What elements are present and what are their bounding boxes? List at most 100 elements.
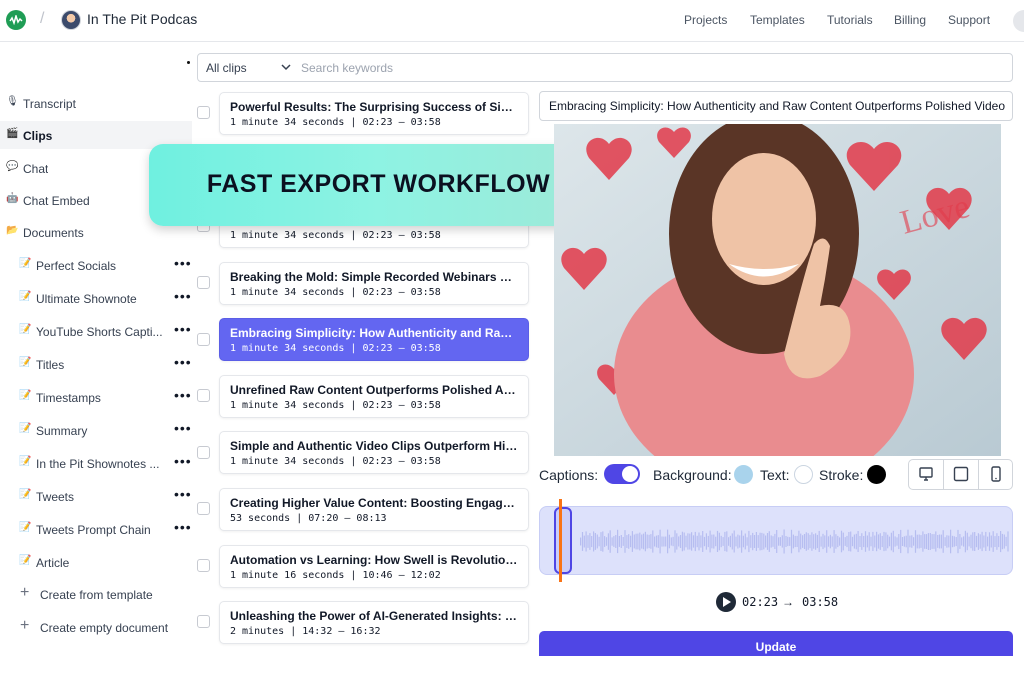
document-item[interactable]: 📝 Titles ••• [0, 350, 192, 378]
create-empty-document-button[interactable]: + Create empty document [0, 613, 192, 641]
clip-title: Unrefined Raw Content Outperforms Polish… [230, 383, 520, 397]
document-item[interactable]: 📝 Tweets ••• [0, 482, 192, 510]
waveform-bar [866, 535, 868, 548]
waveform-bar [859, 536, 861, 547]
update-button[interactable]: Update [539, 631, 1013, 656]
clip-checkbox[interactable] [197, 333, 210, 346]
waveform-bar [753, 535, 756, 548]
trim-handle[interactable] [554, 507, 572, 574]
clip-checkbox[interactable] [197, 615, 210, 628]
waveform-bar [840, 530, 843, 553]
project-title[interactable]: In The Pit Podcas [87, 11, 197, 27]
waveform-bar [778, 537, 780, 546]
sidebar-item-transcript[interactable]: 🎙 Transcript [0, 89, 192, 117]
clip-checkbox[interactable] [197, 559, 210, 572]
captions-toggle[interactable] [604, 464, 640, 484]
waveform-bar [992, 531, 994, 552]
more-options-icon[interactable]: ••• [174, 453, 192, 469]
more-options-icon[interactable]: ••• [174, 387, 192, 403]
nav-billing[interactable]: Billing [894, 13, 926, 27]
waveform-bar [831, 536, 833, 547]
waveform-bar [750, 535, 752, 548]
waveform-bar [916, 534, 918, 549]
document-item[interactable]: 📝 Article [0, 548, 192, 576]
more-options-icon[interactable]: ••• [174, 519, 192, 535]
video-preview[interactable]: Love [554, 124, 1001, 456]
more-options-icon[interactable]: ••• [174, 420, 192, 436]
more-options-icon[interactable]: ••• [174, 321, 192, 337]
document-item[interactable]: 📝 In the Pit Shownotes ... ••• [0, 449, 192, 477]
nav-tutorials[interactable]: Tutorials [827, 13, 873, 27]
mobile-view-button[interactable] [979, 460, 1014, 489]
audio-waveform[interactable] [539, 506, 1013, 575]
document-item[interactable]: 📝 Perfect Socials ••• [0, 251, 192, 279]
background-label: Background: [653, 467, 732, 483]
user-avatar[interactable] [1013, 10, 1024, 32]
waveform-bar [959, 534, 961, 549]
clip-filter-select[interactable]: All clips [206, 61, 247, 75]
play-button[interactable] [716, 592, 736, 612]
square-view-button[interactable] [944, 460, 979, 489]
playhead[interactable] [559, 499, 562, 582]
action-label: Create empty document [40, 621, 169, 635]
more-options-icon[interactable]: ••• [174, 288, 192, 304]
clip-checkbox[interactable] [197, 446, 210, 459]
clip-checkbox[interactable] [197, 502, 210, 515]
more-options-icon[interactable]: ••• [174, 354, 192, 370]
create-from-template-button[interactable]: + Create from template [0, 580, 192, 608]
clip-card[interactable]: Unleashing the Power of AI-Generated Ins… [219, 601, 529, 644]
waveform-bar [783, 529, 785, 554]
waveform-bar [624, 530, 626, 553]
clip-checkbox[interactable] [197, 276, 210, 289]
waveform-bar [607, 533, 609, 550]
clip-checkbox[interactable] [197, 389, 210, 402]
desktop-view-button[interactable] [909, 460, 944, 489]
document-item[interactable]: 📝 Ultimate Shownote ••• [0, 284, 192, 312]
search-input[interactable]: Search keywords [301, 61, 393, 75]
podcast-avatar[interactable] [61, 10, 81, 30]
more-options-icon[interactable]: ••• [174, 486, 192, 502]
waveform-bar [594, 533, 596, 550]
nav-templates[interactable]: Templates [750, 13, 805, 27]
background-color-swatch[interactable] [734, 465, 753, 484]
more-options-icon[interactable]: ••• [174, 255, 192, 271]
nav-support[interactable]: Support [948, 13, 990, 27]
waveform-bar [883, 531, 885, 552]
clip-card[interactable]: Automation vs Learning: How Swell is Rev… [219, 545, 529, 588]
clip-card-selected[interactable]: Embracing Simplicity: How Authenticity a… [219, 318, 529, 361]
document-item[interactable]: 📝 Timestamps ••• [0, 383, 192, 411]
waveform-bar [835, 534, 837, 549]
chevron-down-icon[interactable] [280, 61, 292, 73]
waveform-bar [846, 535, 848, 548]
document-item[interactable]: 📝 YouTube Shorts Capti... ••• [0, 317, 192, 345]
waveform-bar [787, 536, 789, 547]
document-item[interactable]: 📝 Summary ••• [0, 416, 192, 444]
clip-checkbox[interactable] [197, 106, 210, 119]
waveform-bar [715, 536, 717, 547]
clip-title-input[interactable]: Embracing Simplicity: How Authenticity a… [539, 91, 1013, 121]
waveform-bar [752, 532, 754, 551]
waveform-bar [850, 531, 852, 552]
app-logo-icon[interactable] [6, 10, 26, 30]
waveform-bar [985, 531, 987, 551]
clip-card[interactable]: Breaking the Mold: Simple Recorded Webin… [219, 262, 529, 305]
plus-icon: + [20, 617, 30, 634]
waveform-bar [583, 535, 585, 548]
stroke-color-swatch[interactable] [867, 465, 886, 484]
waveform-bar [641, 534, 643, 549]
nav-projects[interactable]: Projects [684, 13, 727, 27]
sidebar-item-label: Transcript [23, 97, 76, 111]
clip-card[interactable]: Simple and Authentic Video Clips Outperf… [219, 431, 529, 474]
waveform-bar [731, 533, 733, 550]
text-color-swatch[interactable] [794, 465, 813, 484]
waveform-bar [911, 535, 913, 548]
play-icon [723, 597, 731, 607]
clip-card[interactable]: Creating Higher Value Content: Boosting … [219, 488, 529, 531]
waveform-bar [868, 532, 870, 551]
clip-card[interactable]: Unrefined Raw Content Outperforms Polish… [219, 375, 529, 418]
waveform-bar [729, 535, 731, 548]
waveform-bar [668, 534, 670, 549]
clip-card[interactable]: Powerful Results: The Surprising Success… [219, 92, 529, 135]
document-item[interactable]: 📝 Tweets Prompt Chain ••• [0, 515, 192, 543]
waveform-bar [961, 537, 963, 546]
